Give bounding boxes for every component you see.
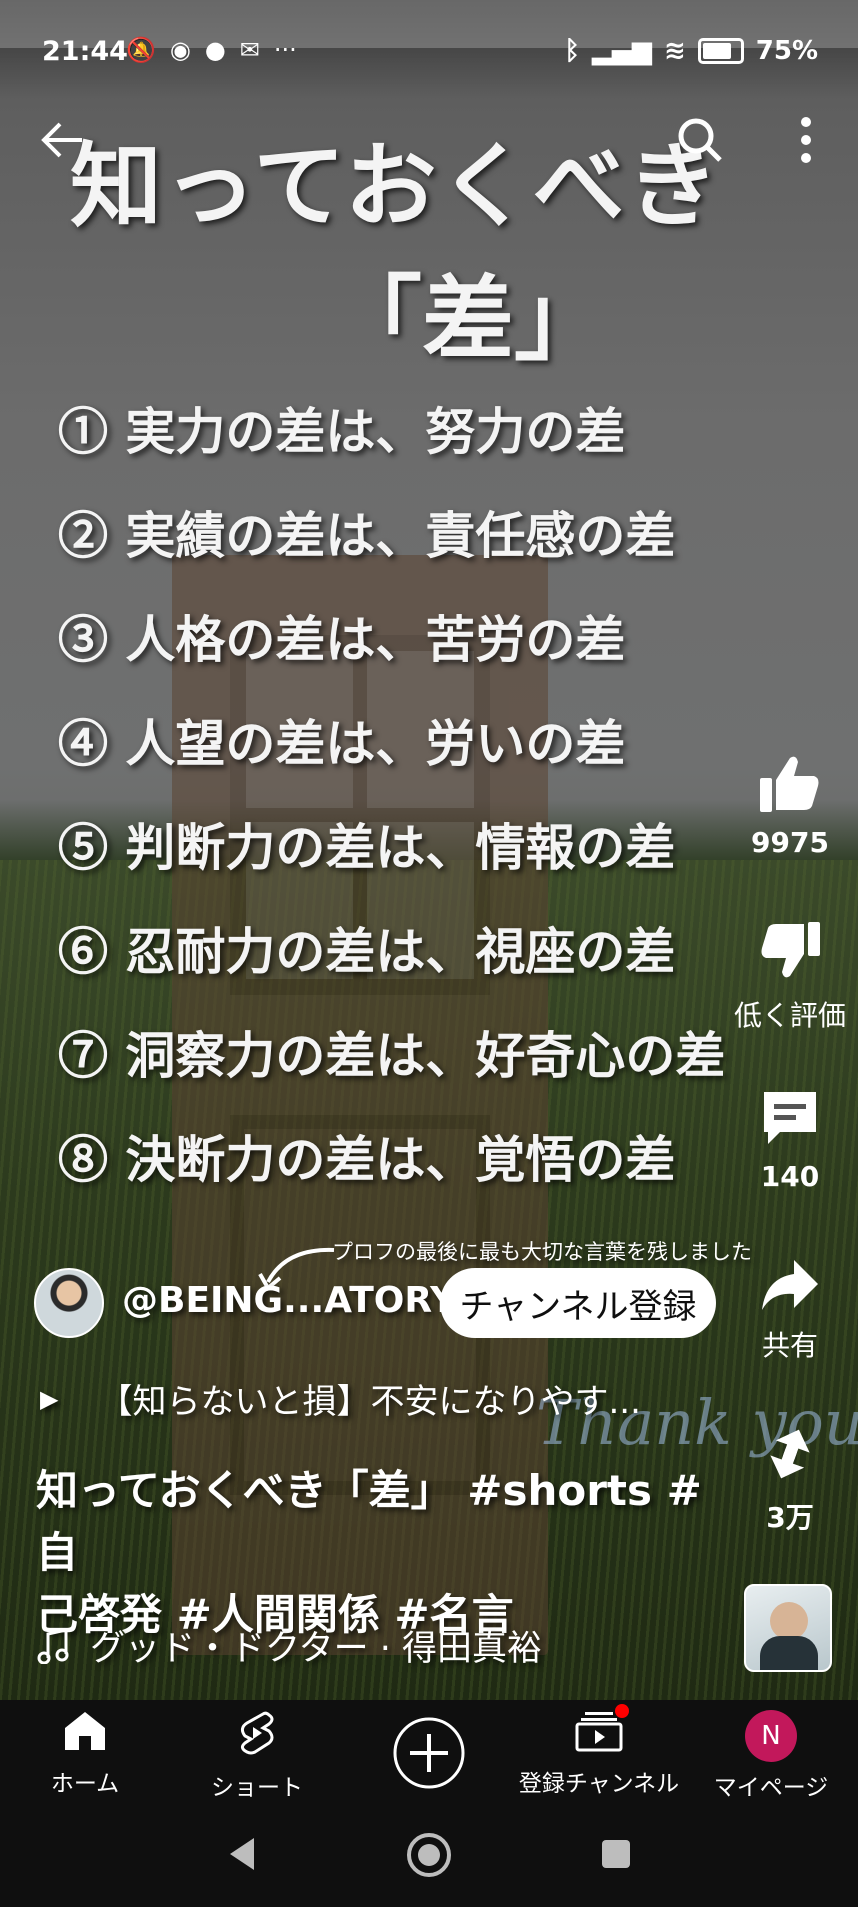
remix-button[interactable]: 3万 <box>740 1424 840 1536</box>
share-icon <box>762 1260 818 1310</box>
dislike-label: 低く評価 <box>733 999 846 1032</box>
battery-percent: 75% <box>755 36 818 66</box>
notification-icons: 🔕 ◉ ● ✉ ··· <box>126 36 297 64</box>
comment-icon <box>764 1092 816 1144</box>
play-icon: ▶ <box>40 1384 59 1413</box>
comment-count: 140 <box>760 1160 820 1193</box>
add-icon <box>393 1717 465 1789</box>
music-title: グッド・ドクター · 得田真裕 <box>90 1629 542 1669</box>
back-arrow-icon <box>41 122 82 158</box>
mail-icon: ✉ <box>239 36 260 64</box>
wifi-icon: ≋ <box>663 36 686 66</box>
music-note-icon <box>37 1627 69 1664</box>
music-link[interactable]: グッド・ドクター · 得田真裕 <box>36 1620 542 1671</box>
system-navigation-bar <box>0 1810 858 1907</box>
more-vert-icon <box>801 117 811 163</box>
list-item: ⑥ 忍耐力の差は、視座の差 <box>58 922 676 981</box>
list-item: ④ 人望の差は、労いの差 <box>58 714 626 773</box>
shorts-icon <box>240 1711 274 1755</box>
list-item: ① 実力の差は、努力の差 <box>58 402 626 461</box>
overlay-note: プロフの最後に最も大切な言葉を残しました <box>332 1240 752 1264</box>
list-item: ⑧ 決断力の差は、覚悟の差 <box>58 1130 676 1189</box>
video-description[interactable]: 知っておくべき「差」 #shorts #自 己啓発 #人間関係 #名言 <box>36 1460 736 1646</box>
nav-subscriptions[interactable]: 登録チャンネル <box>514 1704 684 1798</box>
nav-subscriptions-label: 登録チャンネル <box>518 1771 680 1797</box>
battery-icon <box>697 38 744 64</box>
status-time: 21:44 <box>42 36 128 67</box>
subscriptions-icon-wrap <box>575 1704 629 1758</box>
nav-home-label: ホーム <box>50 1771 120 1797</box>
bluetooth-icon: ᛒ <box>564 36 580 66</box>
system-status: ᛒ ▂▄▆ ≋ 75% <box>564 36 818 66</box>
list-item: ⑦ 洞察力の差は、好奇心の差 <box>58 1026 726 1085</box>
status-bar: 21:44 🔕 ◉ ● ✉ ··· ᛒ ▂▄▆ ≋ 75% <box>0 0 858 100</box>
like-count: 9975 <box>751 826 829 859</box>
search-icon <box>678 118 722 162</box>
system-home-icon[interactable] <box>406 1832 452 1878</box>
thumbnail-person <box>770 1602 808 1640</box>
list-item: ⑤ 判断力の差は、情報の差 <box>58 818 676 877</box>
subscribe-button[interactable]: チャンネル登録 <box>440 1268 716 1338</box>
dislike-button[interactable]: 低く評価 <box>734 920 846 1034</box>
related-video-title: 【知らないと損】不安になりやす... <box>98 1382 641 1422</box>
share-label: 共有 <box>761 1329 818 1362</box>
video-subtitle-text: 「差」 <box>330 265 607 373</box>
notification-dot <box>615 1704 629 1718</box>
comments-button[interactable]: 140 <box>740 1088 840 1193</box>
remix-count: 3万 <box>766 1501 814 1534</box>
create-button[interactable] <box>344 1716 514 1796</box>
video-player[interactable]: 知っておくべき 「差」 ① 実力の差は、努力の差 ② 実績の差は、責任感の差 ③… <box>0 0 858 1700</box>
channel-name[interactable]: @BEING...ATORY <box>122 1280 456 1321</box>
sound-thumbnail[interactable] <box>744 1584 832 1672</box>
share-button[interactable]: 共有 <box>740 1258 840 1364</box>
nav-shorts-label: ショート <box>211 1775 303 1801</box>
account-avatar: N <box>745 1710 797 1762</box>
list-item: ③ 人格の差は、苦労の差 <box>58 610 626 669</box>
subscriptions-icon <box>575 1712 623 1752</box>
remix-icon <box>770 1429 810 1479</box>
nav-home[interactable]: ホーム <box>0 1710 170 1798</box>
back-button[interactable] <box>32 110 92 170</box>
like-button[interactable]: 9975 <box>740 752 840 859</box>
search-button[interactable] <box>670 110 730 170</box>
home-icon <box>65 1712 105 1750</box>
channel-avatar[interactable] <box>34 1268 104 1338</box>
thumbnail-person-body <box>760 1636 818 1670</box>
more-notifications-icon: ··· <box>273 36 297 64</box>
line-icon: ● <box>204 36 226 64</box>
system-recents-icon[interactable] <box>600 1838 632 1870</box>
nav-shorts[interactable]: ショート <box>172 1710 342 1802</box>
list-item: ② 実績の差は、責任感の差 <box>58 506 676 565</box>
thumbs-down-icon <box>761 922 820 978</box>
more-options-button[interactable] <box>776 110 836 170</box>
silent-icon: 🔕 <box>126 36 156 64</box>
nav-mypage-label: マイページ <box>713 1775 829 1801</box>
system-back-icon[interactable] <box>226 1836 258 1872</box>
related-video-link[interactable]: ▶ 【知らないと損】不安になりやす... <box>40 1374 641 1423</box>
thumbs-up-icon <box>760 756 819 812</box>
description-line: 知っておくべき「差」 #shorts #自 <box>36 1466 702 1577</box>
signal-icon: ▂▄▆ <box>591 36 652 66</box>
chrome-icon: ◉ <box>169 36 191 64</box>
nav-mypage[interactable]: N マイページ <box>686 1710 856 1802</box>
